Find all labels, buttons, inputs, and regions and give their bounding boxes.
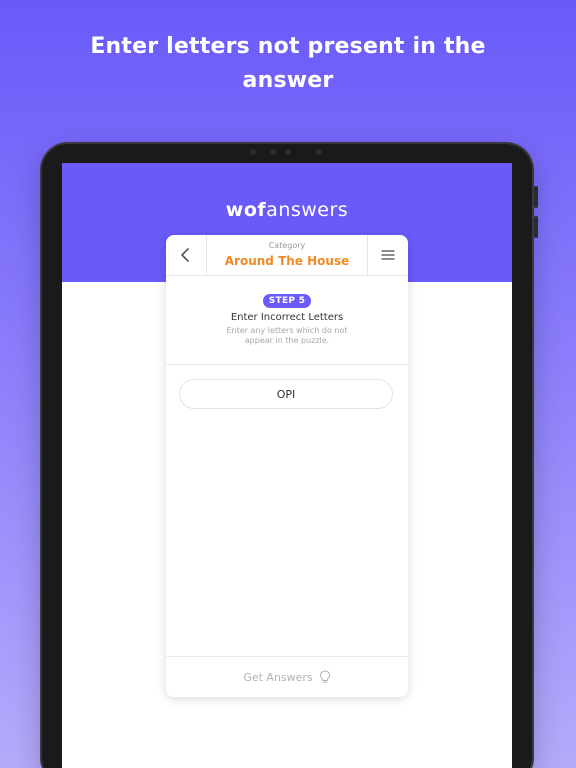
camera-dot [270,149,276,155]
card-toolbar: Category Around The House [166,235,408,276]
lightbulb-icon [319,670,330,683]
menu-button[interactable] [367,235,408,275]
headline-line-1: Enter letters not present in the [90,34,486,59]
logo-light: answers [266,199,349,221]
step-description: Enter any letters which do not appear in… [226,326,348,345]
category-value: Around The House [224,254,350,268]
camera-dot [316,149,322,155]
step-badge: STEP 5 [262,294,312,308]
tablet-side-button [534,216,538,238]
get-answers-label: Get Answers [243,670,313,684]
get-answers-button[interactable]: Get Answers [166,656,408,697]
tablet-side-button [534,186,538,208]
step-section: STEP 5 Enter Incorrect Letters Enter any… [166,276,408,365]
category-label: Category [268,241,306,250]
logo-bold: wof [225,199,267,221]
chevron-left-icon [181,248,189,262]
headline-line-2: answer [242,68,334,93]
tablet-camera-bar [240,149,336,157]
promo-headline: Enter letters not present in the answer [0,30,576,98]
camera-dot [285,149,291,155]
step-title: Enter Incorrect Letters [230,312,344,323]
incorrect-letters-input[interactable] [179,379,393,409]
hamburger-menu-icon [381,250,395,260]
camera-dot [250,149,256,155]
tablet-screen: wofanswers Category Around The House STE… [62,163,512,768]
app-logo: wofanswers [62,199,512,221]
puzzle-card: Category Around The House STEP 5 Enter I… [166,235,408,697]
back-button[interactable] [166,235,207,275]
